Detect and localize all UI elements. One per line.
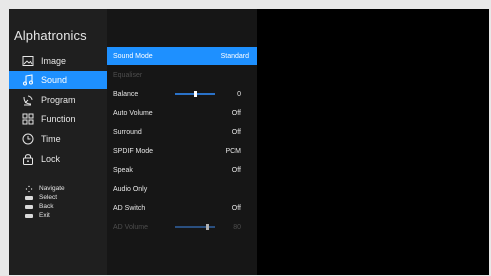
navigate-icon [25, 185, 33, 192]
setting-row-spdif-mode[interactable]: SPDIF Mode PCM [107, 142, 257, 160]
hint-label: Back [39, 203, 54, 210]
hint-label: Select [39, 194, 58, 201]
menu-item-image[interactable]: Image [9, 52, 107, 70]
video-area [257, 9, 489, 275]
setting-value: 0 [237, 90, 241, 98]
setting-label: Auto Volume [113, 109, 153, 117]
menu-item-lock[interactable]: Lock [9, 150, 107, 168]
hint-navigate: Navigate [25, 184, 65, 193]
setting-label: SPDIF Mode [113, 147, 154, 155]
hint-label: Navigate [39, 185, 65, 192]
setting-label: Sound Mode [113, 52, 153, 60]
hint-back: Back [25, 202, 53, 211]
setting-row-speak[interactable]: Speak Off [107, 161, 257, 179]
menu-item-label: Program [41, 95, 76, 105]
balance-slider-knob[interactable] [193, 91, 197, 97]
setting-value: Off [231, 204, 241, 212]
setting-value: 80 [233, 223, 241, 231]
clock-icon [21, 132, 35, 146]
setting-row-surround[interactable]: Surround Off [107, 123, 257, 141]
ad-volume-slider [175, 224, 215, 230]
setting-label: Speak [113, 166, 133, 174]
setting-value: Off [231, 166, 241, 174]
setting-row-audio-only[interactable]: Audio Only [107, 180, 257, 198]
hint-exit: Exit [25, 211, 50, 220]
setting-row-sound-mode[interactable]: Sound Mode Standard [107, 47, 257, 65]
menu-item-label: Time [41, 134, 61, 144]
sound-settings-panel: Sound Mode Standard Equaliser Balance 0 … [107, 9, 257, 275]
balance-slider[interactable] [175, 91, 215, 97]
main-menu-panel: Alphatronics Image Sound Program Functio… [9, 9, 107, 275]
menu-item-label: Function [41, 114, 76, 124]
setting-value: PCM [225, 147, 241, 155]
setting-label: AD Volume [113, 223, 149, 231]
ad-volume-slider-knob [205, 224, 209, 230]
menu-item-program[interactable]: Program [9, 91, 107, 109]
music-note-icon [21, 73, 35, 87]
menu-item-label: Sound [41, 75, 68, 85]
brand-title: Alphatronics [14, 28, 87, 43]
menu-item-label: Lock [41, 154, 61, 164]
hint-select: Select [25, 193, 57, 202]
lock-icon [21, 152, 35, 166]
exit-key-icon [25, 213, 33, 219]
back-key-icon [25, 204, 33, 210]
image-icon [21, 54, 35, 68]
menu-item-time[interactable]: Time [9, 130, 107, 148]
screen-background: Alphatronics Image Sound Program Functio… [0, 0, 491, 276]
setting-row-auto-volume[interactable]: Auto Volume Off [107, 104, 257, 122]
setting-value: Off [231, 128, 241, 136]
setting-value: Off [231, 109, 241, 117]
setting-value: Standard [220, 52, 249, 60]
setting-label: AD Switch [113, 204, 146, 212]
satellite-dish-icon [21, 93, 35, 107]
tv-display: Alphatronics Image Sound Program Functio… [9, 9, 489, 275]
setting-row-ad-volume: AD Volume 80 [107, 218, 257, 236]
menu-item-function[interactable]: Function [9, 110, 107, 128]
setting-row-ad-switch[interactable]: AD Switch Off [107, 199, 257, 217]
hint-label: Exit [39, 212, 50, 219]
setting-label: Audio Only [113, 185, 148, 193]
menu-item-sound[interactable]: Sound [9, 71, 107, 89]
setting-label: Surround [113, 128, 142, 136]
setting-label: Equaliser [113, 71, 143, 79]
select-key-icon [25, 195, 33, 201]
setting-row-equaliser: Equaliser [107, 66, 257, 84]
menu-item-label: Image [41, 56, 67, 66]
grid-icon [21, 112, 35, 126]
setting-row-balance[interactable]: Balance 0 [107, 85, 257, 103]
